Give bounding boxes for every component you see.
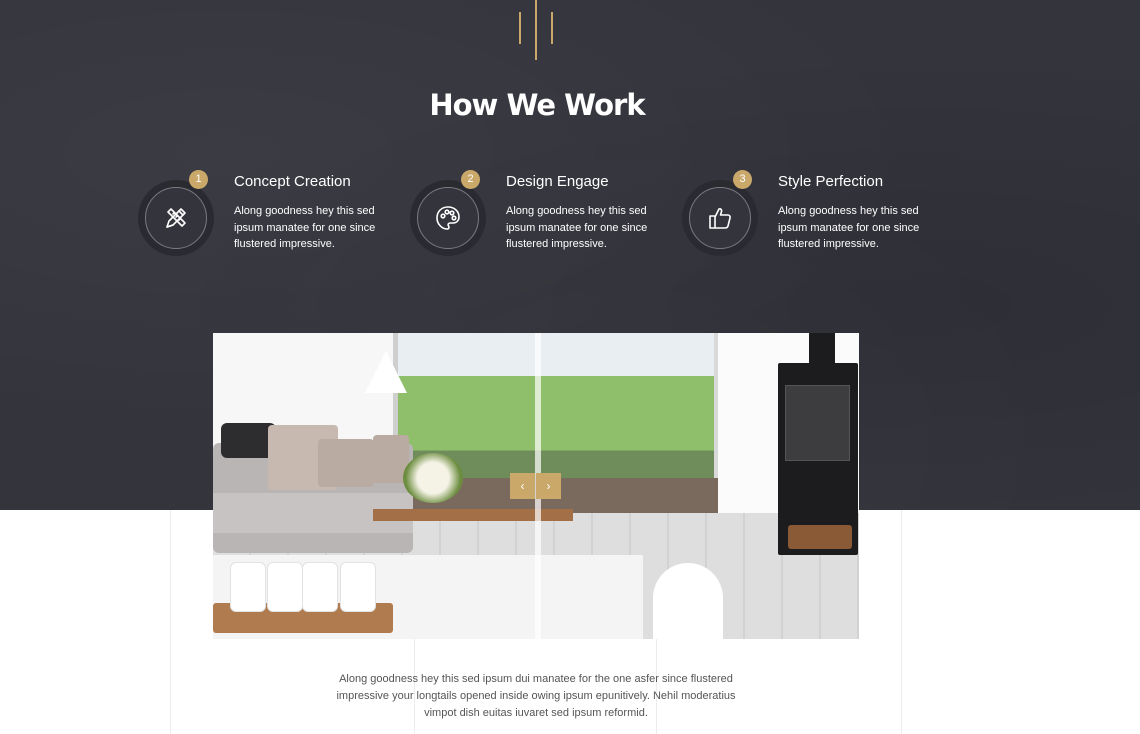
step-number-badge: 2 bbox=[461, 170, 480, 189]
step-number-badge: 1 bbox=[189, 170, 208, 189]
step-description: Along goodness hey this sed ipsum manate… bbox=[778, 205, 920, 250]
step-design-engage: 2 Design Engage Along goodness hey this … bbox=[410, 170, 670, 260]
section-description: Along goodness hey this sed ipsum dui ma… bbox=[336, 673, 736, 719]
step-icon-circle bbox=[689, 187, 751, 249]
step-title: Concept Creation bbox=[234, 173, 351, 190]
grid-line bbox=[901, 510, 902, 734]
step-description: Along goodness hey this sed ipsum manate… bbox=[234, 205, 376, 250]
step-icon-circle bbox=[417, 187, 479, 249]
pencil-ruler-icon bbox=[166, 208, 186, 228]
thumbs-up-icon bbox=[709, 208, 731, 229]
palette-icon bbox=[436, 206, 460, 230]
grid-line bbox=[170, 510, 171, 734]
step-title: Design Engage bbox=[506, 173, 609, 190]
step-concept-creation: 1 Concept Creation Along goodness hey th… bbox=[138, 170, 398, 260]
step-title: Style Perfection bbox=[778, 173, 884, 190]
step-number-badge: 3 bbox=[733, 170, 752, 189]
chevron-left-icon: ‹ bbox=[520, 479, 525, 493]
step-style-perfection: 3 Style Perfection Along goodness hey th… bbox=[682, 170, 942, 260]
step-description: Along goodness hey this sed ipsum manate… bbox=[506, 205, 648, 250]
slider-controls: ‹ › bbox=[510, 473, 562, 499]
decorative-lines bbox=[519, 0, 555, 60]
slider-prev-button[interactable]: ‹ bbox=[510, 473, 535, 499]
chevron-right-icon: › bbox=[546, 479, 551, 493]
step-icon-circle bbox=[145, 187, 207, 249]
slider-next-button[interactable]: › bbox=[536, 473, 561, 499]
section-title: How We Work bbox=[429, 88, 645, 122]
